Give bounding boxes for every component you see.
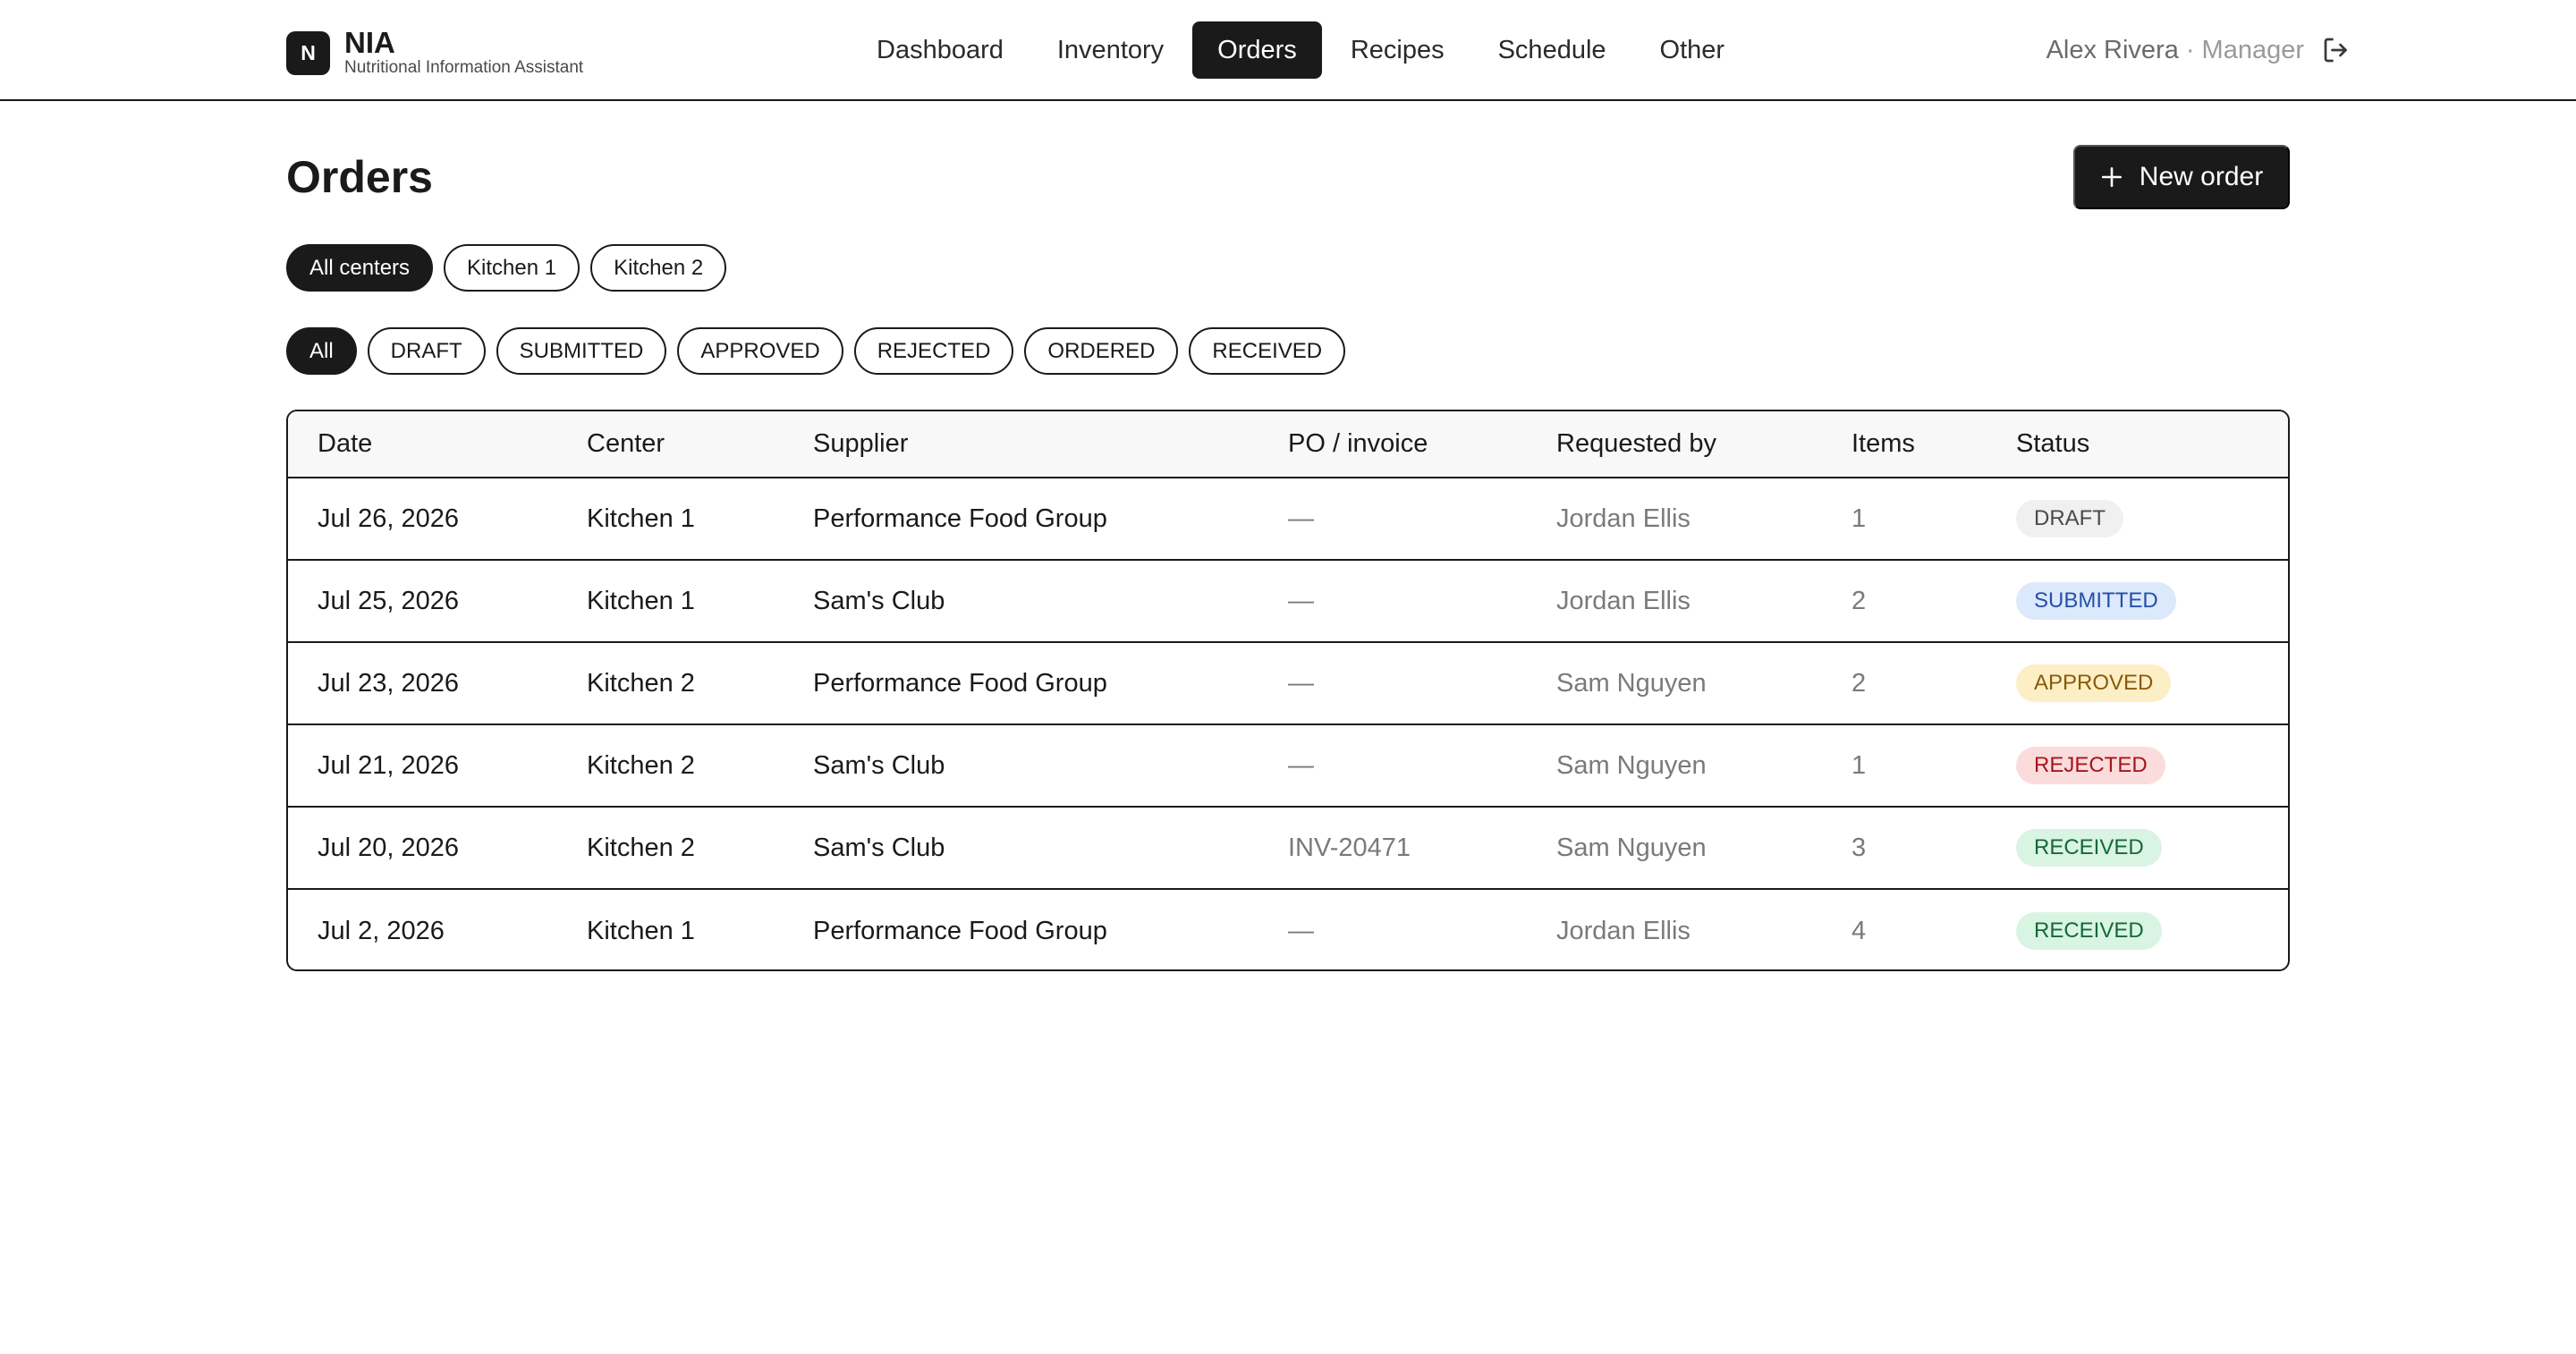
cell-center: Kitchen 1	[587, 916, 695, 945]
status-badge: SUBMITTED	[2016, 582, 2176, 620]
cell-center: Kitchen 1	[587, 504, 695, 533]
app-subtitle: Nutritional Information Assistant	[344, 58, 584, 77]
header-items[interactable]: Items	[1852, 411, 1915, 477]
status-badge: RECEIVED	[2016, 912, 2162, 950]
cell-status: RECEIVED	[2016, 808, 2162, 888]
user-name: Alex Rivera	[2046, 35, 2179, 64]
cell-center: Kitchen 2	[587, 668, 695, 698]
cell-po: —	[1288, 504, 1314, 533]
status-badge: REJECTED	[2016, 747, 2165, 784]
nav-other[interactable]: Other	[1635, 21, 1750, 79]
cell-items: 2	[1852, 668, 1867, 698]
cell-items: 4	[1852, 916, 1867, 945]
cell-date: Jul 2, 2026	[318, 916, 445, 945]
cell-center: Kitchen 2	[587, 833, 695, 862]
table-row[interactable]: Jul 26, 2026 Kitchen 1 Performance Food …	[288, 478, 2288, 561]
filter-status-ordered[interactable]: ORDERED	[1024, 327, 1179, 375]
cell-supplier: Sam's Club	[813, 586, 945, 615]
brand[interactable]: N NIA Nutritional Information Assistant	[286, 28, 583, 78]
table-row[interactable]: Jul 20, 2026 Kitchen 2 Sam's Club INV-20…	[288, 808, 2288, 890]
cell-items: 1	[1852, 750, 1867, 780]
cell-supplier: Performance Food Group	[813, 916, 1107, 945]
cell-status: RECEIVED	[2016, 890, 2162, 969]
header-date[interactable]: Date	[318, 411, 372, 477]
new-order-button[interactable]: New order	[2073, 145, 2290, 209]
orders-table: Date Center Supplier PO / invoice Reques…	[286, 410, 2290, 971]
cell-status: SUBMITTED	[2016, 561, 2176, 641]
logo: N	[286, 30, 330, 75]
cell-supplier: Performance Food Group	[813, 504, 1107, 533]
logout-icon[interactable]	[2320, 34, 2352, 66]
cell-status: APPROVED	[2016, 643, 2172, 724]
filter-all-centers[interactable]: All centers	[286, 244, 434, 292]
center-filter: All centers Kitchen 1 Kitchen 2	[286, 244, 737, 292]
main-nav: Dashboard Inventory Orders Recipes Sched…	[852, 21, 1753, 79]
header-po-invoice[interactable]: PO / invoice	[1288, 411, 1428, 477]
header-status[interactable]: Status	[2016, 411, 2089, 477]
cell-requested-by: Sam Nguyen	[1556, 668, 1707, 698]
cell-date: Jul 21, 2026	[318, 750, 460, 780]
table-row[interactable]: Jul 2, 2026 Kitchen 1 Performance Food G…	[288, 890, 2288, 969]
cell-requested-by: Jordan Ellis	[1556, 586, 1690, 615]
page-title: Orders	[286, 152, 433, 202]
table-row[interactable]: Jul 25, 2026 Kitchen 1 Sam's Club — Jord…	[288, 561, 2288, 643]
cell-date: Jul 25, 2026	[318, 586, 460, 615]
cell-po: —	[1288, 916, 1314, 945]
cell-requested-by: Jordan Ellis	[1556, 916, 1690, 945]
cell-supplier: Performance Food Group	[813, 668, 1107, 698]
header-requested-by[interactable]: Requested by	[1556, 411, 1716, 477]
filter-kitchen-1[interactable]: Kitchen 1	[444, 244, 580, 292]
app-name: NIA	[344, 26, 395, 59]
status-badge: DRAFT	[2016, 500, 2123, 537]
cell-items: 1	[1852, 504, 1867, 533]
status-badge: APPROVED	[2016, 664, 2172, 702]
cell-center: Kitchen 2	[587, 750, 695, 780]
user-info: Alex Rivera · Manager	[2046, 21, 2304, 79]
cell-requested-by: Sam Nguyen	[1556, 750, 1707, 780]
header-supplier[interactable]: Supplier	[813, 411, 908, 477]
nav-dashboard[interactable]: Dashboard	[852, 21, 1029, 79]
nav-recipes[interactable]: Recipes	[1326, 21, 1470, 79]
cell-date: Jul 23, 2026	[318, 668, 460, 698]
nav-schedule[interactable]: Schedule	[1473, 21, 1631, 79]
filter-status-rejected[interactable]: REJECTED	[853, 327, 1014, 375]
filter-status-all[interactable]: All	[286, 327, 357, 375]
filter-status-submitted[interactable]: SUBMITTED	[496, 327, 667, 375]
status-filter: All DRAFT SUBMITTED APPROVED REJECTED OR…	[286, 327, 1356, 375]
user-separator: ·	[2185, 35, 2195, 64]
brand-text: NIA Nutritional Information Assistant	[344, 28, 583, 78]
header-center[interactable]: Center	[587, 411, 665, 477]
cell-requested-by: Sam Nguyen	[1556, 833, 1707, 862]
logo-letter: N	[301, 40, 316, 64]
cell-items: 3	[1852, 833, 1867, 862]
cell-items: 2	[1852, 586, 1867, 615]
new-order-label: New order	[2139, 162, 2264, 191]
filter-status-approved[interactable]: APPROVED	[677, 327, 843, 375]
filter-status-received[interactable]: RECEIVED	[1189, 327, 1346, 375]
cell-po: —	[1288, 750, 1314, 780]
filter-status-draft[interactable]: DRAFT	[367, 327, 486, 375]
table-header: Date Center Supplier PO / invoice Reques…	[288, 411, 2288, 478]
top-bar: N NIA Nutritional Information Assistant …	[0, 0, 2576, 101]
cell-supplier: Sam's Club	[813, 833, 945, 862]
cell-center: Kitchen 1	[587, 586, 695, 615]
nav-inventory[interactable]: Inventory	[1032, 21, 1189, 79]
cell-date: Jul 20, 2026	[318, 833, 460, 862]
cell-status: REJECTED	[2016, 725, 2165, 806]
cell-requested-by: Jordan Ellis	[1556, 504, 1690, 533]
status-badge: RECEIVED	[2016, 829, 2162, 867]
plus-icon	[2101, 166, 2122, 188]
user-role: Manager	[2201, 35, 2304, 64]
cell-supplier: Sam's Club	[813, 750, 945, 780]
cell-po: —	[1288, 586, 1314, 615]
table-row[interactable]: Jul 21, 2026 Kitchen 2 Sam's Club — Sam …	[288, 725, 2288, 808]
nav-orders[interactable]: Orders	[1192, 21, 1322, 79]
cell-date: Jul 26, 2026	[318, 504, 460, 533]
filter-kitchen-2[interactable]: Kitchen 2	[590, 244, 727, 292]
cell-po: INV-20471	[1288, 833, 1411, 862]
cell-po: —	[1288, 668, 1314, 698]
cell-status: DRAFT	[2016, 478, 2123, 559]
table-row[interactable]: Jul 23, 2026 Kitchen 2 Performance Food …	[288, 643, 2288, 725]
